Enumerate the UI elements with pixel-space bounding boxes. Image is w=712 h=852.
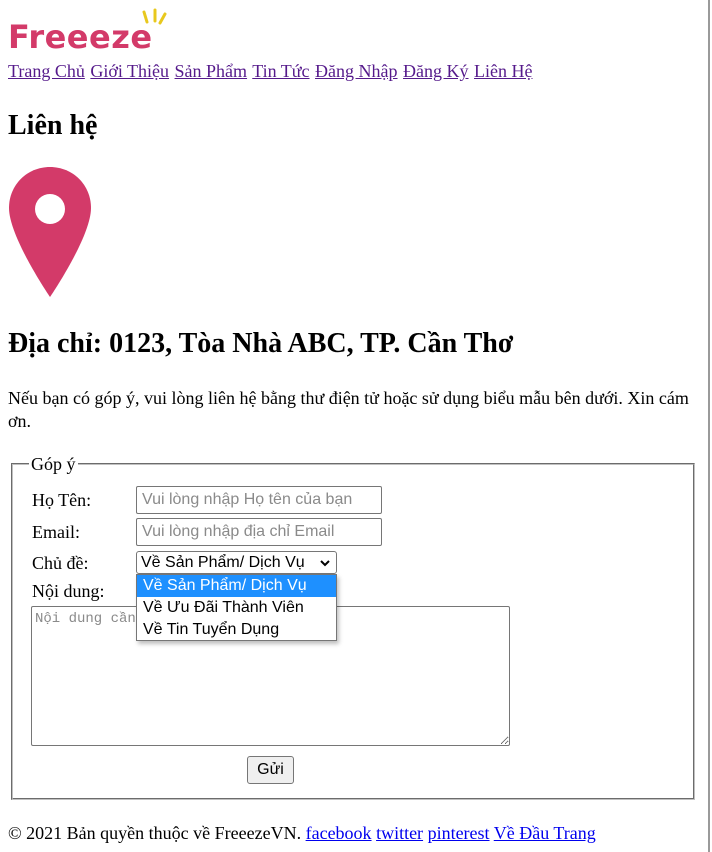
subject-select[interactable]: Về Sản Phẩm/ Dịch Vụ <box>136 551 337 574</box>
feedback-legend: Góp ý <box>29 454 78 474</box>
subject-selected-value: Về Sản Phẩm/ Dịch Vụ <box>141 554 305 571</box>
nav-link-news[interactable]: Tin Tức <box>252 61 309 81</box>
submit-button[interactable]: Gửi <box>247 756 294 784</box>
address-heading: Địa chỉ: 0123, Tòa Nhà ABC, TP. Cần Thơ <box>8 328 514 359</box>
nav-link-about[interactable]: Giới Thiệu <box>90 61 169 81</box>
back-to-top-link[interactable]: Về Đầu Trang <box>494 823 596 843</box>
window-edge <box>708 0 710 852</box>
subject-option-member-offers[interactable]: Về Ưu Đãi Thành Viên <box>137 597 336 619</box>
subject-label: Chủ đề: <box>32 553 89 573</box>
footer-link-pinterest[interactable]: pinterest <box>428 823 490 843</box>
email-label: Email: <box>32 522 80 542</box>
subject-option-products[interactable]: Về Sản Phẩm/ Dịch Vụ <box>137 575 336 597</box>
name-label: Họ Tên: <box>32 490 92 510</box>
site-logo[interactable]: Freeeze <box>8 8 184 58</box>
nav-link-contact[interactable]: Liên Hệ <box>474 61 532 81</box>
nav-link-register[interactable]: Đăng Ký <box>403 61 469 81</box>
name-input[interactable] <box>136 486 382 514</box>
logo-spark-icon <box>142 8 167 25</box>
footer-link-facebook[interactable]: facebook <box>306 823 372 843</box>
map-pin-icon <box>9 167 91 297</box>
nav-link-products[interactable]: Sản Phẩm <box>175 61 248 81</box>
intro-text: Nếu bạn có góp ý, vui lòng liên hệ bằng … <box>8 388 689 431</box>
subject-dropdown-list: Về Sản Phẩm/ Dịch Vụ Về Ưu Đãi Thành Viê… <box>136 574 337 641</box>
content-label: Nội dung: <box>32 581 105 601</box>
page-title: Liên hệ <box>8 110 98 141</box>
subject-option-recruitment[interactable]: Về Tin Tuyển Dụng <box>137 619 336 641</box>
footer-link-twitter[interactable]: twitter <box>376 823 423 843</box>
main-nav: Trang Chủ Giới Thiệu Sản Phẩm Tin Tức Đă… <box>8 60 534 82</box>
nav-link-home[interactable]: Trang Chủ <box>8 61 85 81</box>
copyright-text: © 2021 Bản quyền thuộc về FreeezeVN. <box>8 823 302 843</box>
logo-text: Freeeze <box>8 18 153 56</box>
email-input[interactable] <box>136 518 382 546</box>
chevron-down-icon <box>320 560 330 567</box>
footer: © 2021 Bản quyền thuộc về FreeezeVN. fac… <box>8 822 596 844</box>
nav-link-login[interactable]: Đăng Nhập <box>315 61 397 81</box>
